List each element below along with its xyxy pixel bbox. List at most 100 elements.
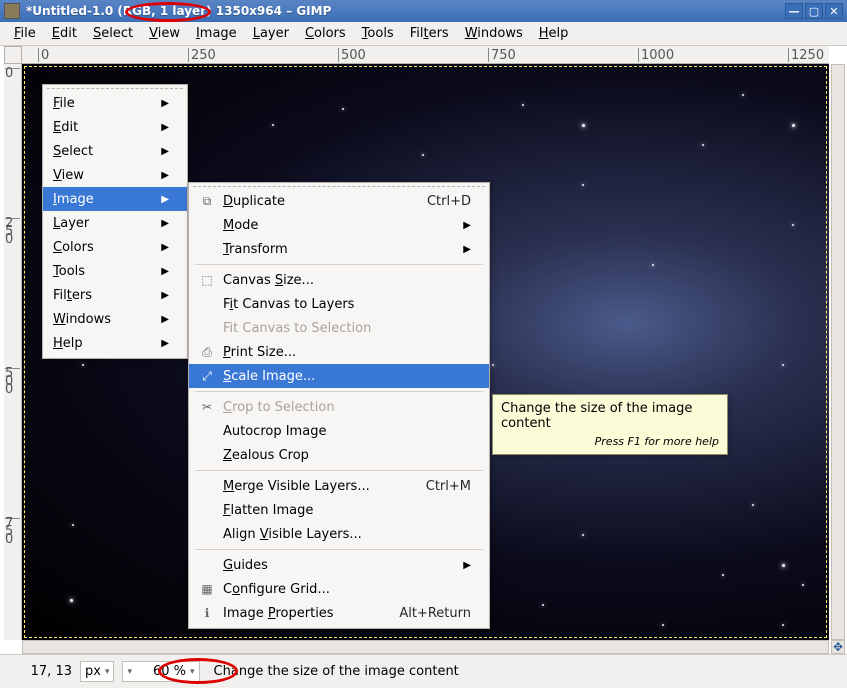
tooltip: Change the size of the image content Pre… — [492, 394, 728, 455]
ruler-vertical[interactable]: 02 5 05 0 07 5 0 — [4, 64, 22, 640]
submenu-item-mode[interactable]: Mode ▶ — [189, 213, 489, 237]
submenu-item-fit-canvas-to-layers[interactable]: Fit Canvas to Layers — [189, 292, 489, 316]
submenu-item-print-size[interactable]: ⎙Print Size... — [189, 340, 489, 364]
submenu-item-autocrop-image[interactable]: Autocrop Image — [189, 419, 489, 443]
menu-windows[interactable]: Windows — [457, 23, 531, 44]
tooltip-text: Change the size of the image content — [501, 401, 719, 431]
menu-label: Fit Canvas to Selection — [223, 321, 471, 336]
star — [582, 184, 584, 186]
menu-item-windows[interactable]: Windows▶ — [43, 307, 187, 331]
submenu-item-merge-visible-layers[interactable]: Merge Visible Layers...Ctrl+M — [189, 474, 489, 498]
menu-label: Flatten Image — [223, 503, 471, 518]
ruler-tick: 750 — [488, 48, 516, 62]
menu-help[interactable]: Help — [531, 23, 577, 44]
menu-item-colors[interactable]: Colors▶ — [43, 235, 187, 259]
star — [782, 624, 784, 626]
context-menu: File▶Edit▶Select▶View▶Image▶Layer▶Colors… — [42, 84, 188, 359]
submenu-arrow-icon: ▶ — [463, 220, 471, 231]
menu-select[interactable]: Select — [85, 23, 141, 44]
menu-tools[interactable]: Tools — [354, 23, 402, 44]
image-submenu: ⧉DuplicateCtrl+D Mode ▶ Transform▶ ⬚Canvas S… — [188, 182, 490, 629]
menu-layer[interactable]: Layer — [245, 23, 297, 44]
canvas-icon: ⬚ — [199, 272, 215, 288]
submenu-item-guides[interactable]: Guides▶ — [189, 553, 489, 577]
star — [652, 264, 654, 266]
menu-separator — [195, 264, 483, 265]
menu-item-select[interactable]: Select ▶ — [43, 139, 187, 163]
navigation-button[interactable]: ✥ — [831, 640, 845, 654]
star — [702, 144, 704, 146]
scale-icon: ⤢ — [199, 368, 215, 384]
submenu-item-canvas-size[interactable]: ⬚Canvas Size... — [189, 268, 489, 292]
submenu-item-fit-canvas-to-selection: Fit Canvas to Selection — [189, 316, 489, 340]
menu-item-tools[interactable]: Tools ▶ — [43, 259, 187, 283]
ruler-corner — [4, 46, 22, 64]
star — [802, 584, 804, 586]
menu-separator — [195, 391, 483, 392]
blank-icon — [199, 557, 215, 573]
window-title: *Untitled-1.0 (RGB, 1 layer) 1350x964 – … — [26, 4, 783, 18]
submenu-item-flatten-image[interactable]: Flatten Image — [189, 498, 489, 522]
submenu-item-align-visible-layers[interactable]: Align Visible Layers... — [189, 522, 489, 546]
menu-label: Select — [53, 144, 145, 159]
menu-label: Mode — [223, 218, 447, 233]
star — [582, 124, 585, 127]
menu-item-file[interactable]: File▶ — [43, 91, 187, 115]
submenu-item-zealous-crop[interactable]: Zealous Crop — [189, 443, 489, 467]
submenu-item-scale-image[interactable]: ⤢Scale Image... — [189, 364, 489, 388]
accelerator: Ctrl+M — [426, 479, 471, 494]
submenu-item-duplicate[interactable]: ⧉DuplicateCtrl+D — [189, 189, 489, 213]
star — [742, 94, 744, 96]
menu-image[interactable]: Image — [188, 23, 245, 44]
submenu-item-crop-to-selection: ✂Crop to Selection — [189, 395, 489, 419]
zoom-selector[interactable]: ▾ ▾ — [122, 661, 199, 682]
ruler-tick: 2 5 0 — [5, 218, 20, 244]
submenu-arrow-icon: ▶ — [161, 146, 169, 157]
blank-icon — [199, 447, 215, 463]
status-hint: Change the size of the image content — [214, 664, 839, 679]
menu-edit[interactable]: Edit — [44, 23, 85, 44]
close-button[interactable]: ✕ — [825, 3, 843, 19]
menu-filters[interactable]: Filters — [402, 23, 457, 44]
submenu-arrow-icon: ▶ — [161, 266, 169, 277]
submenu-item-configure-grid[interactable]: ▦Configure Grid... — [189, 577, 489, 601]
menu-label: Tools — [53, 264, 145, 279]
accelerator: Alt+Return — [399, 606, 471, 621]
star — [82, 364, 84, 366]
menu-item-filters[interactable]: Filters▶ — [43, 283, 187, 307]
submenu-arrow-icon: ▶ — [161, 242, 169, 253]
blank-icon — [199, 241, 215, 257]
menu-label: Filters — [53, 288, 145, 303]
submenu-item-image-properties[interactable]: ℹImage PropertiesAlt+Return — [189, 601, 489, 625]
star — [342, 108, 344, 110]
dup-icon: ⧉ — [199, 193, 215, 209]
blank-icon — [199, 296, 215, 312]
menu-item-edit[interactable]: Edit▶ — [43, 115, 187, 139]
maximize-button[interactable]: ▢ — [805, 3, 823, 19]
menu-label: Autocrop Image — [223, 424, 471, 439]
menu-label: Crop to Selection — [223, 400, 471, 415]
menu-label: Configure Grid... — [223, 582, 471, 597]
ruler-horizontal[interactable]: 025050075010001250 — [22, 46, 829, 64]
submenu-arrow-icon: ▶ — [161, 170, 169, 181]
submenu-item-transform[interactable]: Transform▶ — [189, 237, 489, 261]
menu-label: Windows — [53, 312, 145, 327]
menu-colors[interactable]: Colors — [297, 23, 354, 44]
ruler-tick: 5 0 0 — [5, 368, 20, 394]
menu-item-layer[interactable]: Layer▶ — [43, 211, 187, 235]
scrollbar-vertical[interactable] — [831, 64, 845, 640]
star — [542, 604, 544, 606]
zoom-value[interactable] — [136, 664, 186, 679]
menu-file[interactable]: File — [6, 23, 44, 44]
menu-item-image[interactable]: Image▶ — [43, 187, 187, 211]
ruler-tick: 0 — [38, 48, 49, 62]
menu-view[interactable]: View — [141, 23, 188, 44]
blank-icon — [199, 502, 215, 518]
unit-selector[interactable]: px ▾ — [80, 661, 114, 682]
menu-item-view[interactable]: View▶ — [43, 163, 187, 187]
scrollbar-horizontal[interactable] — [22, 640, 829, 654]
minimize-button[interactable]: — — [785, 3, 803, 19]
menu-item-help[interactable]: Help▶ — [43, 331, 187, 355]
blank-icon — [199, 217, 215, 233]
print-icon: ⎙ — [199, 344, 215, 360]
